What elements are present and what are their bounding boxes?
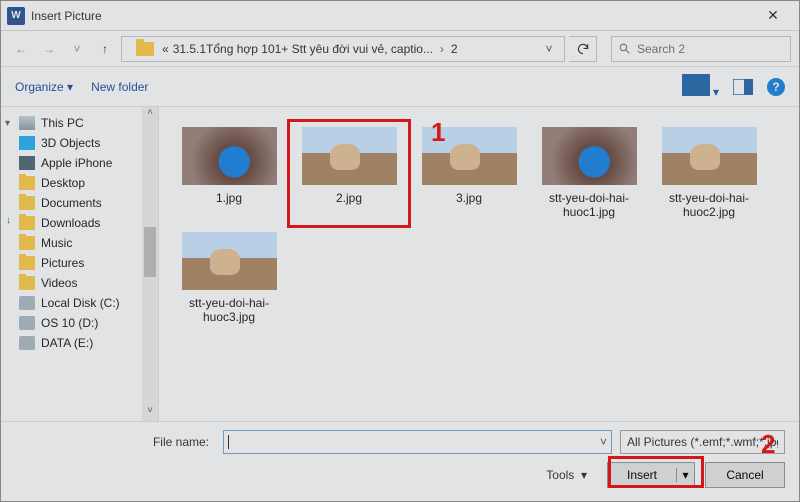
address-bar[interactable]: « 31.5.1Tổng hợp 101+ Stt yêu đời vui vẻ… [121, 36, 565, 62]
tree-item-desktop[interactable]: Desktop [1, 173, 158, 193]
help-button[interactable]: ? [767, 78, 785, 96]
search-placeholder: Search 2 [637, 42, 685, 56]
search-icon [618, 42, 631, 55]
file-name-label: 1.jpg [216, 191, 242, 205]
tree-item-3d-objects[interactable]: 3D Objects [1, 133, 158, 153]
thumbnail-image [542, 127, 637, 185]
new-folder-button[interactable]: New folder [91, 80, 148, 94]
file-name-value [228, 435, 229, 449]
back-button[interactable]: ← [9, 37, 33, 61]
file-item[interactable]: 3.jpg [409, 121, 529, 226]
tree-item-os-10-d-[interactable]: OS 10 (D:) [1, 313, 158, 333]
address-dropdown[interactable]: ˅ [540, 42, 558, 56]
scroll-down-icon[interactable]: ˅ [142, 405, 158, 421]
tree-item-data-e-[interactable]: DATA (E:) [1, 333, 158, 353]
file-name-label: stt-yeu-doi-hai-huoc3.jpg [174, 296, 284, 325]
tree-item-label: Apple iPhone [41, 156, 112, 170]
file-name-label: 2.jpg [336, 191, 362, 205]
folder-icon [19, 176, 35, 190]
tree-item-label: 3D Objects [41, 136, 100, 150]
tree-item-label: DATA (E:) [41, 336, 93, 350]
tree-item-downloads[interactable]: Downloads [1, 213, 158, 233]
recent-dropdown[interactable]: ˅ [65, 37, 89, 61]
tree-item-label: Music [41, 236, 72, 250]
breadcrumb-parent[interactable]: 31.5.1Tổng hợp 101+ Stt yêu đời vui vẻ, … [173, 42, 433, 56]
insert-dropdown[interactable]: ▾ [676, 468, 694, 482]
tree-item-label: Desktop [41, 176, 85, 190]
tree-item-music[interactable]: Music [1, 233, 158, 253]
dialog-footer: File name: ˅ All Pictures (*.emf;*.wmf;*… [1, 421, 799, 501]
tree-item-videos[interactable]: Videos [1, 273, 158, 293]
folder-icon [19, 276, 35, 290]
file-name-input[interactable]: ˅ [223, 430, 612, 454]
tree-item-label: This PC [41, 116, 84, 130]
tree-item-label: Local Disk (C:) [41, 296, 120, 310]
thumbnail-image [302, 127, 397, 185]
file-name-label: File name: [15, 435, 215, 449]
obj-icon [19, 136, 35, 150]
tree-item-this-pc[interactable]: ▾ This PC [1, 113, 158, 133]
file-item[interactable]: 2.jpg [289, 121, 409, 226]
file-item[interactable]: stt-yeu-doi-hai-huoc2.jpg [649, 121, 769, 226]
word-app-icon: W [7, 7, 25, 25]
folder-icon [19, 216, 35, 230]
title-bar: W Insert Picture ✕ [1, 1, 799, 31]
thumbnail-image [422, 127, 517, 185]
cancel-button[interactable]: Cancel [705, 462, 785, 488]
tree-item-local-disk-c-[interactable]: Local Disk (C:) [1, 293, 158, 313]
tools-menu[interactable]: Tools ▾ [546, 468, 587, 482]
breadcrumb-prefix: « [162, 42, 169, 56]
scroll-up-icon[interactable]: ˄ [142, 107, 158, 123]
scroll-thumb[interactable] [144, 227, 156, 277]
thumbnail-image [182, 232, 277, 290]
breadcrumb-current[interactable]: 2 [451, 42, 458, 56]
file-name-label: 3.jpg [456, 191, 482, 205]
file-list[interactable]: 1.jpg 2.jpg 3.jpg stt-yeu-doi-hai-huoc1.jpg… [159, 107, 799, 421]
tree-item-documents[interactable]: Documents [1, 193, 158, 213]
organize-menu[interactable]: Organize ▾ [15, 80, 73, 94]
tree-item-label: Videos [41, 276, 77, 290]
dialog-title: Insert Picture [31, 9, 753, 23]
nav-bar: ← → ˅ ↑ « 31.5.1Tổng hợp 101+ Stt yêu đờ… [1, 31, 799, 67]
caret-icon: ▾ [5, 118, 10, 129]
view-options-button[interactable]: ▾ [682, 74, 719, 99]
chevron-right-icon[interactable]: › [437, 42, 447, 56]
disk-icon [19, 336, 35, 350]
insert-button[interactable]: Insert ▾ [607, 462, 695, 488]
tree-item-pictures[interactable]: Pictures [1, 253, 158, 273]
forward-button: → [37, 37, 61, 61]
refresh-button[interactable] [569, 36, 597, 62]
phone-icon [19, 156, 35, 170]
disk-icon [19, 296, 35, 310]
pc-icon [19, 116, 35, 130]
file-item[interactable]: stt-yeu-doi-hai-huoc1.jpg [529, 121, 649, 226]
tree-item-label: Downloads [41, 216, 100, 230]
file-type-filter[interactable]: All Pictures (*.emf;*.wmf;*.jpg;*.j [620, 430, 785, 454]
close-button[interactable]: ✕ [753, 7, 793, 24]
folder-icon [19, 196, 35, 210]
tree-item-label: OS 10 (D:) [41, 316, 98, 330]
tree-item-label: Pictures [41, 256, 84, 270]
toolbar: Organize ▾ New folder ▾ ? [1, 67, 799, 107]
file-name-dropdown[interactable]: ˅ [600, 435, 607, 449]
file-item[interactable]: 1.jpg [169, 121, 289, 226]
insert-picture-dialog: W Insert Picture ✕ ← → ˅ ↑ « 31.5.1Tổng … [0, 0, 800, 502]
file-name-label: stt-yeu-doi-hai-huoc1.jpg [534, 191, 644, 220]
navigation-tree[interactable]: ▾ This PC 3D Objects Apple iPhone Desktop Doc… [1, 107, 159, 421]
tree-item-apple-iphone[interactable]: Apple iPhone [1, 153, 158, 173]
folder-icon [136, 42, 154, 56]
file-item[interactable]: stt-yeu-doi-hai-huoc3.jpg [169, 226, 289, 331]
disk-icon [19, 316, 35, 330]
tree-item-label: Documents [41, 196, 102, 210]
thumbnail-image [182, 127, 277, 185]
folder-icon [19, 256, 35, 270]
preview-pane-button[interactable] [733, 79, 753, 95]
thumbnail-image [662, 127, 757, 185]
folder-icon [19, 236, 35, 250]
search-input[interactable]: Search 2 [611, 36, 791, 62]
tree-scrollbar[interactable]: ˄ ˅ [142, 107, 158, 421]
file-name-label: stt-yeu-doi-hai-huoc2.jpg [654, 191, 764, 220]
up-button[interactable]: ↑ [93, 37, 117, 61]
